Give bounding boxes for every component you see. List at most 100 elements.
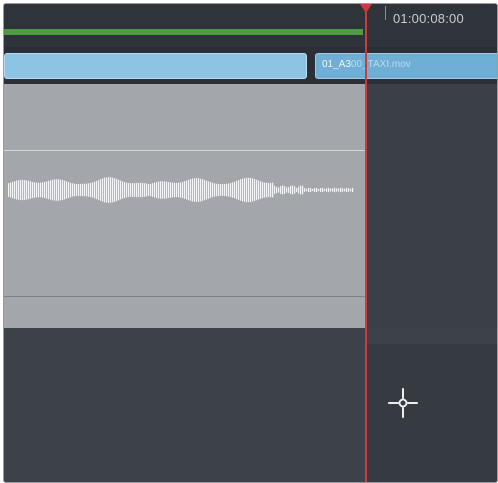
waveform-sample	[146, 183, 148, 197]
waveform-sample	[168, 181, 170, 199]
waveform-sample	[298, 186, 300, 194]
waveform-sample	[312, 188, 314, 192]
waveform-sample	[98, 179, 100, 201]
waveform-sample	[134, 183, 136, 197]
waveform-sample	[164, 181, 166, 199]
waveform-sample	[126, 182, 128, 198]
waveform-sample	[300, 185, 302, 195]
waveform-sample	[200, 178, 202, 202]
playhead-marker-icon[interactable]	[360, 4, 372, 14]
waveform-sample	[152, 183, 154, 197]
audio-clip-bottom-line	[4, 296, 365, 297]
waveform-sample	[118, 179, 120, 201]
waveform-sample	[220, 184, 222, 196]
waveform-sample	[246, 177, 248, 203]
waveform-sample	[66, 181, 68, 199]
waveform-sample	[140, 182, 142, 198]
timeline-ruler[interactable]: 01:00:08:00	[4, 4, 497, 48]
waveform-sample	[138, 182, 140, 198]
waveform-sample	[80, 183, 82, 197]
waveform-sample	[166, 181, 168, 199]
waveform-sample	[264, 182, 266, 198]
waveform-sample	[278, 187, 280, 193]
waveform-sample	[242, 178, 244, 202]
audio-level-line	[4, 150, 365, 151]
waveform-sample	[226, 183, 228, 197]
waveform-sample	[240, 179, 242, 201]
waveform-sample	[174, 182, 176, 198]
waveform-sample	[230, 182, 232, 198]
waveform-sample	[48, 180, 50, 200]
waveform-sample	[330, 188, 332, 192]
waveform-sample	[44, 181, 46, 199]
waveform-sample	[340, 187, 342, 193]
waveform-sample	[56, 179, 58, 201]
video-track: 01_A300_TAXI.mov	[4, 48, 497, 84]
playhead-line[interactable]	[365, 4, 367, 482]
waveform-sample	[218, 183, 220, 197]
waveform-sample	[214, 183, 216, 197]
waveform-sample	[36, 182, 38, 198]
waveform-sample	[270, 182, 272, 198]
ruler-tick	[385, 6, 386, 20]
move-cursor-icon	[388, 388, 418, 418]
waveform-sample	[268, 182, 270, 198]
waveform-sample	[104, 177, 106, 203]
waveform-sample	[258, 180, 260, 200]
waveform-sample	[186, 180, 188, 200]
waveform-sample	[290, 185, 292, 195]
waveform-sample	[324, 188, 326, 192]
waveform-sample	[184, 181, 186, 199]
waveform-sample	[110, 177, 112, 203]
waveform-sample	[286, 187, 288, 193]
waveform-sample	[58, 179, 60, 201]
waveform-sample	[94, 181, 96, 199]
waveform-sample	[148, 184, 150, 196]
waveform-sample	[350, 188, 352, 192]
waveform-sample	[176, 182, 178, 198]
waveform-sample	[88, 183, 90, 197]
waveform-sample	[12, 181, 14, 199]
waveform-sample	[248, 177, 250, 203]
waveform-sample	[212, 182, 214, 198]
waveform-sample	[108, 177, 110, 203]
waveform-sample	[158, 181, 160, 199]
waveform-sample	[304, 188, 306, 192]
waveform-sample	[96, 180, 98, 200]
waveform-sample	[272, 182, 274, 198]
waveform-sample	[254, 179, 256, 201]
waveform-sample	[310, 188, 312, 192]
waveform-sample	[20, 179, 22, 201]
waveform-sample	[276, 186, 278, 194]
render-status-bar	[4, 29, 363, 35]
video-clip-left[interactable]	[4, 53, 307, 79]
waveform-sample	[326, 188, 328, 192]
waveform-sample	[338, 188, 340, 192]
waveform-sample	[256, 179, 258, 201]
waveform-sample	[280, 186, 282, 194]
waveform-sample	[284, 186, 286, 194]
waveform-sample	[68, 182, 70, 198]
waveform-sample	[150, 183, 152, 197]
waveform-sample	[32, 181, 34, 199]
waveform-sample	[50, 180, 52, 200]
waveform-sample	[182, 181, 184, 199]
waveform-sample	[192, 178, 194, 202]
waveform-sample	[120, 180, 122, 200]
waveform-sample	[250, 177, 252, 203]
video-clip-right[interactable]: 01_A300_TAXI.mov	[315, 53, 497, 79]
audio-track-empty	[365, 84, 497, 328]
waveform-sample	[30, 181, 32, 199]
waveform-sample	[38, 182, 40, 198]
waveform-sample	[22, 179, 24, 201]
waveform-sample	[334, 187, 336, 193]
waveform-sample	[288, 186, 290, 194]
waveform-sample	[208, 181, 210, 199]
waveform-sample	[154, 182, 156, 198]
waveform-sample	[314, 187, 316, 193]
ruler-timecode: 01:00:08:00	[393, 11, 464, 26]
audio-clip[interactable]	[4, 84, 365, 328]
waveform-sample	[194, 178, 196, 202]
waveform-sample	[178, 182, 180, 198]
waveform-sample	[352, 187, 354, 193]
